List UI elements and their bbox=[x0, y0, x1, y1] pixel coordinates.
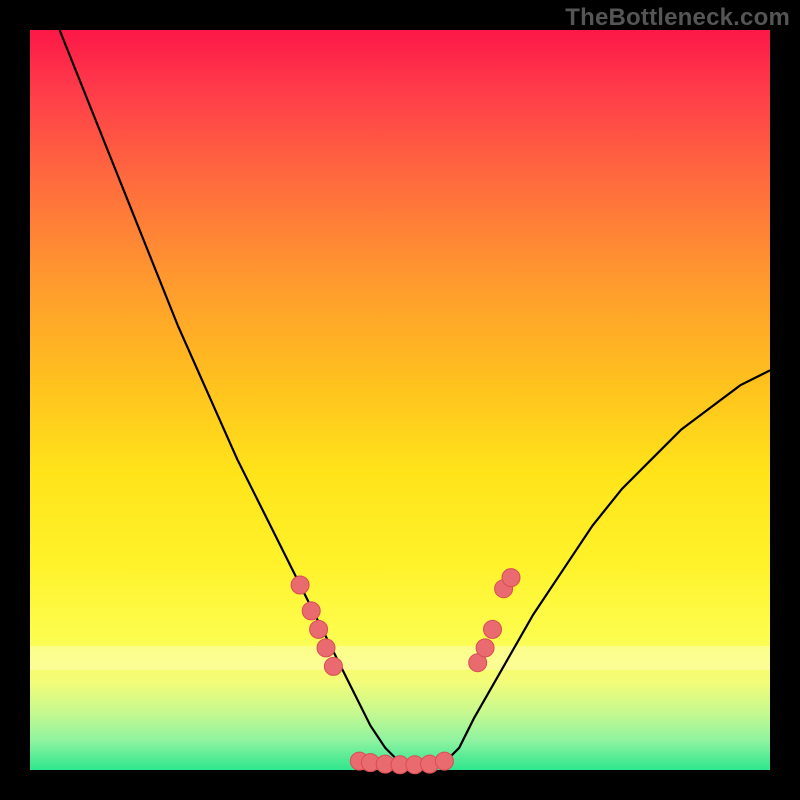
curve-marker bbox=[502, 569, 520, 587]
curve-svg bbox=[30, 30, 770, 770]
curve-markers bbox=[291, 569, 520, 774]
chart-frame: TheBottleneck.com bbox=[0, 0, 800, 800]
curve-marker bbox=[291, 576, 309, 594]
bottleneck-curve bbox=[60, 30, 770, 766]
curve-marker bbox=[484, 620, 502, 638]
curve-marker bbox=[435, 752, 453, 770]
curve-marker bbox=[324, 657, 342, 675]
curve-marker bbox=[476, 639, 494, 657]
curve-marker bbox=[310, 620, 328, 638]
curve-marker bbox=[317, 639, 335, 657]
curve-marker bbox=[302, 602, 320, 620]
watermark-text: TheBottleneck.com bbox=[565, 4, 790, 32]
plot-area bbox=[30, 30, 770, 770]
